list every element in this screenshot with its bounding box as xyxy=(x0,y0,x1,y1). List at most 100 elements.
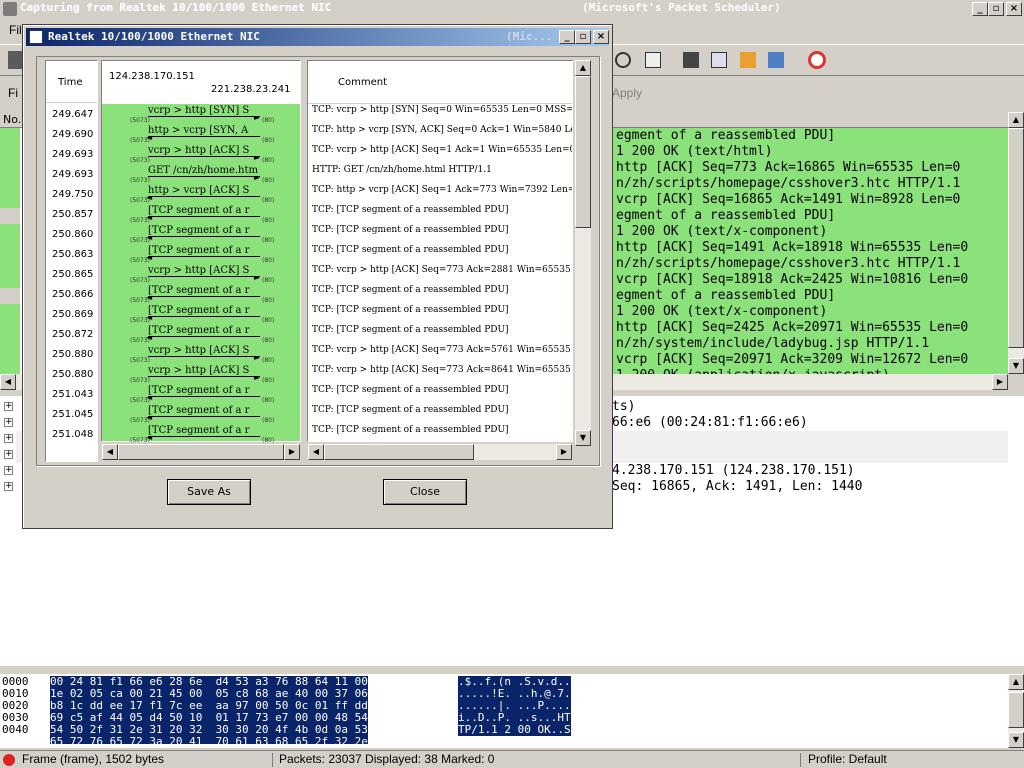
preferences-icon[interactable] xyxy=(768,52,784,68)
hex-scrollbar[interactable]: ▲ ▼ xyxy=(1008,674,1024,748)
packet-row-bg[interactable] xyxy=(0,304,20,320)
packet-row-info[interactable]: http [ACK] Seq=773 Ack=16865 Win=65535 L… xyxy=(612,160,1008,176)
detail-row[interactable]: Seq: 16865, Ack: 1491, Len: 1440 xyxy=(612,479,862,495)
expand-toggle-icon[interactable]: + xyxy=(4,482,13,491)
flow-comment[interactable]: TCP: [TCP segment of a reassembled PDU] xyxy=(312,285,509,305)
dialog-scroll-down[interactable]: ▼ xyxy=(575,430,591,446)
flow-comment[interactable]: TCP: vcrp > http [ACK] Seq=773 Ack=5761 … xyxy=(312,345,572,365)
flow-arrow-row[interactable]: http > vcrp [ACK] S ◄ (5073) (80) xyxy=(102,185,298,205)
scroll-left-button[interactable]: ◀ xyxy=(0,374,16,390)
dialog-minimize-button[interactable]: _ xyxy=(559,30,575,44)
packet-row-bg[interactable] xyxy=(0,320,20,336)
flow-arrow-row[interactable]: [TCP segment of a r ◄ (5073) (80) xyxy=(102,205,298,225)
zoom-in-icon[interactable] xyxy=(615,52,631,68)
flow-comment[interactable]: TCP: [TCP segment of a reassembled PDU] xyxy=(312,245,509,265)
flow-comment[interactable]: TCP: vcrp > http [ACK] Seq=1 Ack=1 Win=6… xyxy=(312,145,572,165)
packet-row-info[interactable]: 1 200 OK (text/x-component) xyxy=(612,224,1008,240)
packet-row-bg[interactable] xyxy=(0,288,20,304)
dialog-vscroll[interactable]: ▲ ▼ xyxy=(575,60,591,446)
hex-bytes[interactable]: 65 72 76 65 72 3a 20 41 70 61 63 68 65 2… xyxy=(50,736,368,744)
expert-info-icon[interactable] xyxy=(3,754,15,766)
packet-row-bg[interactable] xyxy=(0,176,20,192)
dialog-close-button[interactable]: × xyxy=(593,30,609,44)
dialog-scroll-thumb[interactable] xyxy=(575,76,591,228)
expand-toggle-icon[interactable]: + xyxy=(4,466,13,475)
scroll-down-button[interactable]: ▼ xyxy=(1008,358,1024,374)
comment-scroll-left[interactable]: ◀ xyxy=(308,444,324,460)
flow-comment[interactable]: TCP: vcrp > http [SYN] Seq=0 Win=65535 L… xyxy=(312,105,572,125)
expand-toggle-icon[interactable]: + xyxy=(4,418,13,427)
toolbar-left-icon[interactable] xyxy=(8,51,22,69)
flow-arrow-row[interactable]: [TCP segment of a r ◄ (5073) (80) xyxy=(102,405,298,425)
packet-row-info[interactable]: vcrp [ACK] Seq=18918 Ack=2425 Win=10816 … xyxy=(612,272,1008,288)
flow-scroll-right[interactable]: ▶ xyxy=(284,444,300,460)
scroll-up-button[interactable]: ▲ xyxy=(1008,112,1024,128)
detail-row[interactable]: 66:e6 (00:24:81:f1:66:e6) xyxy=(612,415,808,431)
packet-row-bg[interactable] xyxy=(0,208,20,224)
flow-arrow-row[interactable]: vcrp > http [ACK] S ► (5073) (80) xyxy=(102,265,298,285)
minimize-button[interactable]: _ xyxy=(972,2,988,16)
packet-row-info[interactable]: http [ACK] Seq=2425 Ack=20971 Win=65535 … xyxy=(612,320,1008,336)
flow-arrow-row[interactable]: vcrp > http [SYN] S ► (5073) (80) xyxy=(102,105,298,125)
flow-comment[interactable]: TCP: [TCP segment of a reassembled PDU] xyxy=(312,205,509,225)
packet-row-info[interactable]: 1 200 OK (text/x-component) xyxy=(612,304,1008,320)
hex-scroll-down[interactable]: ▼ xyxy=(1008,732,1024,748)
packet-row-bg[interactable] xyxy=(0,272,20,288)
detail-row[interactable]: 4.238.170.151 (124.238.170.151) xyxy=(612,463,855,479)
flow-arrow-row[interactable]: [TCP segment of a r ◄ (5073) (80) xyxy=(102,385,298,405)
comment-scroll-right[interactable]: ▶ xyxy=(556,444,572,460)
flow-comment[interactable]: TCP: [TCP segment of a reassembled PDU] xyxy=(312,225,509,245)
flow-comment[interactable]: TCP: [TCP segment of a reassembled PDU] xyxy=(312,405,509,425)
hex-ascii[interactable]: TP/1.1 2 00 OK..S xyxy=(458,724,571,736)
packet-row-info[interactable]: vcrp [ACK] Seq=16865 Ack=1491 Win=8928 L… xyxy=(612,192,1008,208)
scroll-right-button[interactable]: ▶ xyxy=(992,374,1008,390)
save-as-button[interactable]: Save As xyxy=(167,479,251,505)
hex-bytes[interactable]: 54 50 2f 31 2e 31 20 32 30 30 20 4f 4b 0… xyxy=(50,724,368,736)
zoom-100-icon[interactable] xyxy=(645,52,661,68)
dialog-maximize-button[interactable]: ▫ xyxy=(575,30,591,44)
flow-arrow-row[interactable]: vcrp > http [ACK] S ► (5073) (80) xyxy=(102,365,298,385)
display-filters-icon[interactable] xyxy=(740,52,756,68)
hex-scroll-up[interactable]: ▲ xyxy=(1008,674,1024,690)
flow-arrow-row[interactable]: [TCP segment of a r ◄ (5073) (80) xyxy=(102,245,298,265)
packet-row-bg[interactable] xyxy=(0,160,20,176)
packet-row-bg[interactable] xyxy=(0,352,20,368)
status-profile[interactable]: Profile: Default xyxy=(808,752,1008,768)
flow-comment[interactable]: TCP: [TCP segment of a reassembled PDU] xyxy=(312,425,509,441)
resize-columns-icon[interactable] xyxy=(683,52,699,68)
expand-toggle-icon[interactable]: + xyxy=(4,402,13,411)
flow-arrow-row[interactable]: vcrp > http [ACK] S ► (5073) (80) xyxy=(102,345,298,365)
flow-arrow-row[interactable]: [TCP segment of a r ◄ (5073) (80) xyxy=(102,325,298,345)
packet-row-bg[interactable] xyxy=(0,144,20,160)
flow-comment[interactable]: TCP: vcrp > http [ACK] Seq=773 Ack=8641 … xyxy=(312,365,572,385)
help-icon[interactable] xyxy=(808,51,826,69)
comment-hscroll[interactable]: ◀ ▶ xyxy=(308,444,572,460)
flow-hscroll[interactable]: ◀ ▶ xyxy=(102,444,300,460)
flow-arrow-row[interactable]: http > vcrp [SYN, A ◄ (5073) (80) xyxy=(102,125,298,145)
packet-row-bg[interactable] xyxy=(0,128,20,144)
apply-button[interactable]: Apply xyxy=(612,86,642,100)
expand-toggle-icon[interactable]: + xyxy=(4,434,13,443)
flow-comment[interactable]: TCP: http > vcrp [ACK] Seq=1 Ack=773 Win… xyxy=(312,185,572,205)
expand-toggle-icon[interactable]: + xyxy=(4,450,13,459)
packet-row-bg[interactable] xyxy=(0,224,20,240)
packet-row-info[interactable]: egment of a reassembled PDU] xyxy=(612,208,1008,224)
detail-row[interactable]: ts) xyxy=(612,399,635,415)
flow-arrow-row[interactable]: [TCP segment of a r ◄ (5073) (80) xyxy=(102,225,298,245)
menu-file[interactable]: Fil xyxy=(9,23,22,37)
flow-scroll-left[interactable]: ◀ xyxy=(102,444,118,460)
close-button[interactable]: × xyxy=(1006,2,1022,16)
maximize-button[interactable]: ▫ xyxy=(988,2,1004,16)
packet-row-info[interactable]: n/zh/system/include/ladybug.jsp HTTP/1.1 xyxy=(612,336,1008,352)
packet-row-info[interactable]: egment of a reassembled PDU] xyxy=(612,288,1008,304)
flow-arrow-row[interactable]: vcrp > http [ACK] S ► (5073) (80) xyxy=(102,145,298,165)
flow-comment[interactable]: TCP: http > vcrp [SYN, ACK] Seq=0 Ack=1 … xyxy=(312,125,572,145)
pane-splitter-2[interactable] xyxy=(0,666,1024,674)
packet-row-info[interactable]: n/zh/scripts/homepage/csshover3.htc HTTP… xyxy=(612,256,1008,272)
flow-arrow-row[interactable]: [TCP segment of a r ◄ (5073) (80) xyxy=(102,305,298,325)
flow-arrow-row[interactable]: [TCP segment of a r ◄ (5073) (80) xyxy=(102,425,298,445)
flow-comment[interactable]: TCP: [TCP segment of a reassembled PDU] xyxy=(312,385,509,405)
packet-list-scrollbar[interactable]: ▲ ▼ xyxy=(1008,112,1024,374)
flow-comment[interactable]: TCP: vcrp > http [ACK] Seq=773 Ack=2881 … xyxy=(312,265,572,285)
comment-scroll-thumb[interactable] xyxy=(324,444,474,460)
